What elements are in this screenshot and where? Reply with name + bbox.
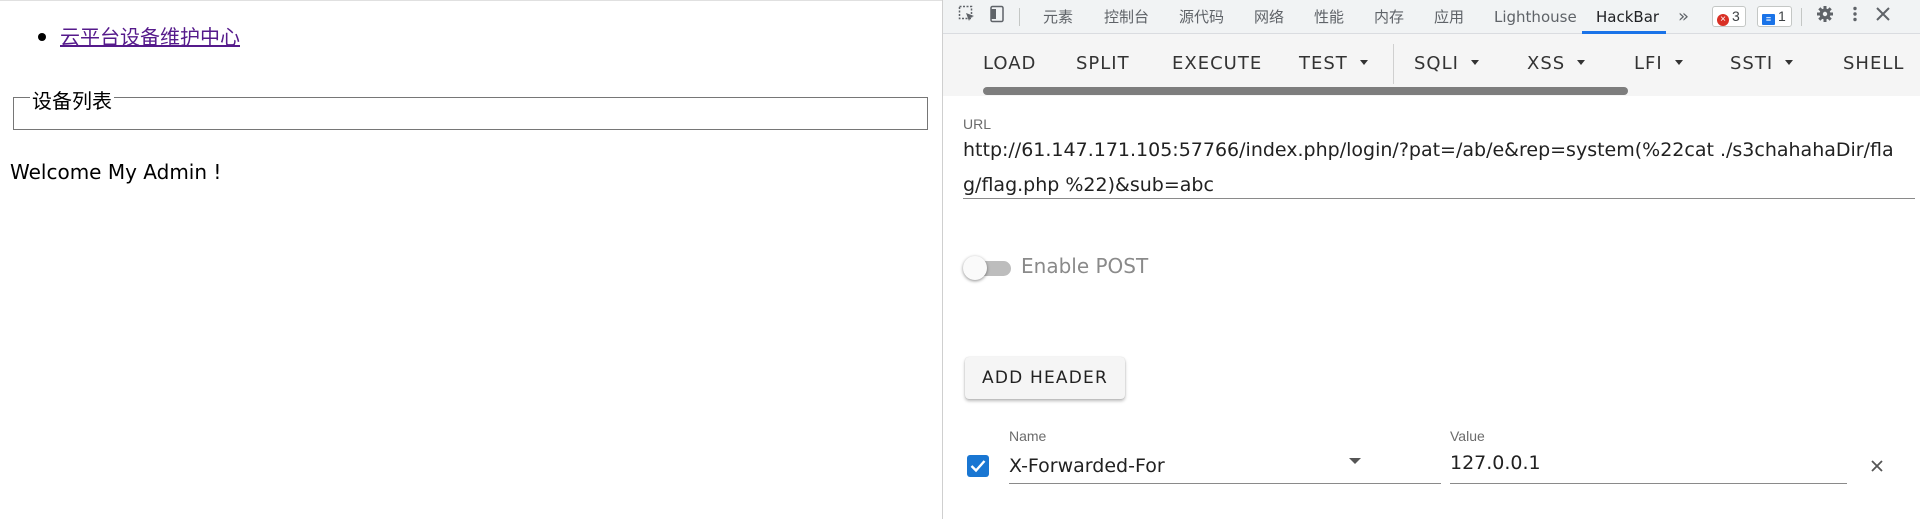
execute-button[interactable]: EXECUTE xyxy=(1172,49,1262,79)
split-button[interactable]: SPLIT xyxy=(1076,49,1130,79)
header-name-label: Name xyxy=(1009,428,1047,444)
xss-menu-button[interactable]: XSS xyxy=(1527,49,1586,79)
test-menu-label: TEST xyxy=(1299,53,1348,74)
dropdown-caret-icon xyxy=(1785,60,1794,65)
xss-menu-label: XSS xyxy=(1527,53,1566,74)
more-tabs-icon[interactable]: » xyxy=(1678,0,1689,34)
tab-network[interactable]: 网络 xyxy=(1254,0,1284,34)
errors-count: 3 xyxy=(1732,8,1740,24)
more-options-icon[interactable] xyxy=(1843,5,1867,29)
ssti-menu-label: SSTI xyxy=(1730,53,1774,74)
url-label: URL xyxy=(963,116,992,132)
device-list-legend: 设备列表 xyxy=(30,85,114,114)
load-button[interactable]: LOAD xyxy=(983,49,1036,79)
web-page: 云平台设备维护中心 设备列表 Welcome My Admin ! xyxy=(0,0,942,519)
header-name-select[interactable]: X-Forwarded-For xyxy=(1009,455,1165,477)
url-field-underline xyxy=(963,198,1915,199)
nav-link[interactable]: 云平台设备维护中心 xyxy=(60,25,240,49)
toolbar-divider xyxy=(1019,8,1020,26)
header-value-label: Value xyxy=(1450,428,1485,444)
header-enabled-checkbox[interactable] xyxy=(967,455,989,477)
shell-menu-button[interactable]: SHELL xyxy=(1843,49,1904,79)
toolbar-scrollbar[interactable] xyxy=(983,87,1628,95)
header-value-underline xyxy=(1450,483,1847,484)
device-list-fieldset: 设备列表 xyxy=(13,85,928,130)
devtools-tabbar: 元素 控制台 源代码 网络 性能 内存 应用 Lighthouse HackBa… xyxy=(943,0,1920,34)
list-bullet xyxy=(38,33,46,41)
sqli-menu-label: SQLI xyxy=(1414,53,1459,74)
header-value-input[interactable]: 127.0.0.1 xyxy=(1450,452,1541,474)
tab-memory[interactable]: 内存 xyxy=(1374,0,1404,34)
tab-elements[interactable]: 元素 xyxy=(1043,0,1073,34)
dropdown-caret-icon xyxy=(1359,60,1368,65)
welcome-message: Welcome My Admin ! xyxy=(10,160,222,184)
enable-post-label: Enable POST xyxy=(1021,254,1149,278)
toolbar-divider xyxy=(1393,44,1394,84)
lfi-menu-button[interactable]: LFI xyxy=(1634,49,1683,79)
url-textarea[interactable]: http://61.147.171.105:57766/index.php/lo… xyxy=(963,133,1903,203)
error-icon: × xyxy=(1717,14,1729,26)
test-menu-button[interactable]: TEST xyxy=(1299,49,1368,79)
tab-hackbar[interactable]: HackBar xyxy=(1596,0,1659,34)
ssti-menu-button[interactable]: SSTI xyxy=(1730,49,1794,79)
sqli-menu-button[interactable]: SQLI xyxy=(1414,49,1479,79)
messages-badge[interactable]: ≡ 1 xyxy=(1757,6,1792,27)
message-icon: ≡ xyxy=(1762,14,1775,25)
dropdown-caret-icon xyxy=(1674,60,1683,65)
tab-performance[interactable]: 性能 xyxy=(1314,0,1344,34)
dropdown-caret-icon xyxy=(1577,60,1586,65)
toolbar-divider xyxy=(1801,8,1802,26)
chevron-down-icon[interactable] xyxy=(1349,458,1361,464)
errors-badge[interactable]: × 3 xyxy=(1712,6,1746,27)
messages-count: 1 xyxy=(1778,8,1786,24)
dropdown-caret-icon xyxy=(1470,60,1479,65)
nav-list-item: 云平台设备维护中心 xyxy=(38,21,240,50)
devtools-panel: 元素 控制台 源代码 网络 性能 内存 应用 Lighthouse HackBa… xyxy=(942,0,1920,519)
remove-header-icon[interactable] xyxy=(1865,455,1889,479)
device-toolbar-icon[interactable] xyxy=(985,5,1009,29)
tab-console[interactable]: 控制台 xyxy=(1104,0,1149,34)
add-header-button[interactable]: ADD HEADER xyxy=(965,357,1125,399)
tab-lighthouse[interactable]: Lighthouse xyxy=(1494,0,1577,34)
close-devtools-icon[interactable] xyxy=(1871,5,1895,29)
header-name-underline xyxy=(1009,483,1441,484)
lfi-menu-label: LFI xyxy=(1634,53,1663,74)
check-icon xyxy=(970,460,986,473)
tab-sources[interactable]: 源代码 xyxy=(1179,0,1224,34)
enable-post-toggle[interactable] xyxy=(963,256,1013,280)
settings-gear-icon[interactable] xyxy=(1813,5,1837,29)
inspect-element-icon[interactable] xyxy=(955,5,979,29)
tab-application[interactable]: 应用 xyxy=(1434,0,1464,34)
toggle-knob xyxy=(963,256,987,280)
